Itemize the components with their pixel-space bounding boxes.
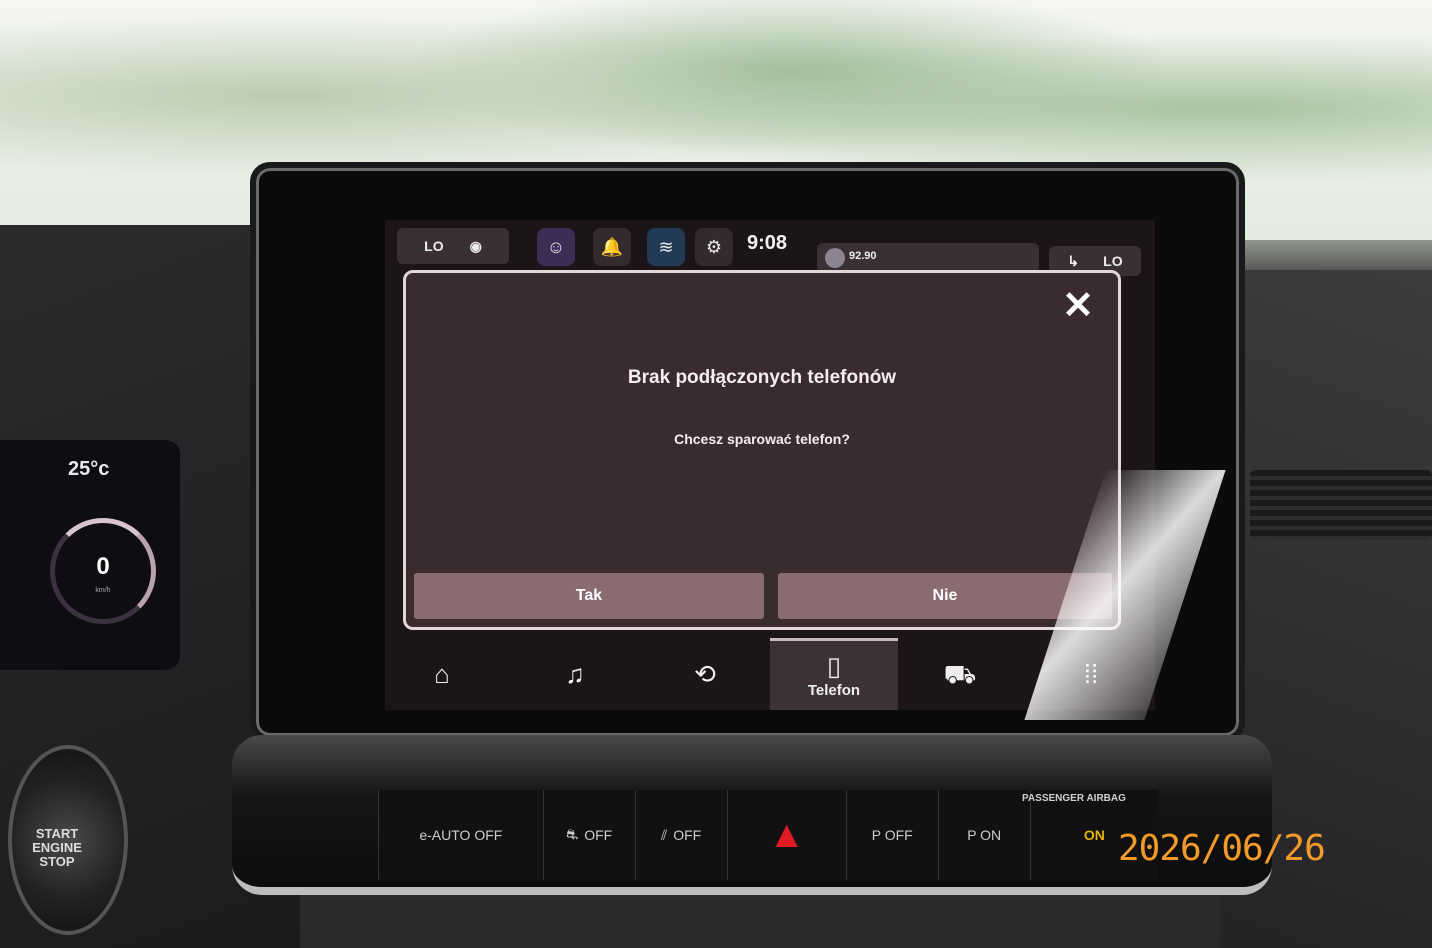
radio-now-playing[interactable]: 92.90 bbox=[817, 243, 1039, 273]
start-stop-button[interactable]: START ENGINE STOP bbox=[8, 745, 128, 935]
photo-timestamp: 2026/06/26 bbox=[1118, 828, 1326, 869]
park-sensor-off-button[interactable]: P OFF bbox=[845, 790, 938, 880]
lane-icon: ⫽ bbox=[660, 826, 668, 843]
wifi-icon[interactable]: ≋ bbox=[647, 228, 685, 266]
clock: 9:08 bbox=[747, 232, 788, 254]
nav-home[interactable]: ⌂ bbox=[407, 638, 477, 710]
nav-phone[interactable]: ▯ Telefon bbox=[770, 638, 898, 710]
lane-off-label: OFF bbox=[673, 827, 702, 843]
radio-frequency: 92.90 bbox=[849, 250, 877, 262]
e-auto-off-button[interactable]: e-AUTO OFF bbox=[378, 790, 543, 880]
phone-icon: ▯ bbox=[826, 651, 842, 681]
outside-temperature: 25°c bbox=[68, 458, 110, 480]
nav-apps[interactable]: ⟲ bbox=[670, 638, 740, 710]
airbag-on-label: ON bbox=[1083, 827, 1105, 843]
nav-vehicle[interactable]: ⛟ bbox=[925, 638, 995, 710]
start-stop-label: START ENGINE STOP bbox=[32, 826, 82, 869]
dialog-title: Brak podłączonych telefonów bbox=[627, 367, 897, 388]
instrument-cluster: 25°c 0 km/h bbox=[0, 440, 180, 670]
seat-icon: ↳ bbox=[1067, 252, 1080, 269]
infotainment-screen: LO ◉ ☺ 🔔 ≋ ⚙ 9:08 92.90 ↳ LO ✕ Brak podł… bbox=[385, 220, 1155, 710]
pairing-dialog: ✕ Brak podłączonych telefonów Chcesz spa… bbox=[403, 270, 1121, 630]
nav-media[interactable]: ♫ bbox=[540, 638, 610, 710]
climate-left-temp: LO bbox=[424, 238, 444, 254]
passenger-airbag-label: PASSENGER AIRBAG bbox=[1022, 793, 1126, 804]
speed-unit: km/h bbox=[95, 587, 111, 594]
park-assist-on-button[interactable]: P ON bbox=[937, 790, 1030, 880]
air-vent bbox=[1250, 470, 1432, 540]
traction-off-button[interactable]: ⛐ OFF bbox=[542, 790, 635, 880]
lane-assist-off-button[interactable]: ⫽ OFF bbox=[634, 790, 727, 880]
connected-services-icon[interactable]: ⚙ bbox=[695, 228, 733, 266]
yes-button[interactable]: Tak bbox=[414, 573, 764, 619]
climate-left-control[interactable]: LO ◉ bbox=[397, 228, 509, 264]
hazard-button[interactable]: ▲ bbox=[726, 790, 846, 880]
close-icon[interactable]: ✕ bbox=[1060, 287, 1096, 325]
nav-phone-label: Telefon bbox=[807, 682, 861, 699]
climate-right-temp: LO bbox=[1103, 253, 1123, 269]
apps-icon: ⟲ bbox=[694, 659, 716, 689]
dialog-subtitle: Chcesz sparować telefon? bbox=[674, 431, 850, 447]
radio-icon bbox=[825, 248, 845, 268]
hazard-icon: ▲ bbox=[767, 813, 806, 856]
profile-icon[interactable]: ☺ bbox=[537, 228, 575, 266]
home-icon: ⌂ bbox=[434, 659, 450, 689]
traction-icon: ⛐ bbox=[566, 825, 579, 842]
car-icon: ⛟ bbox=[943, 659, 977, 689]
speed-gauge: 0 km/h bbox=[50, 518, 156, 624]
music-note-icon: ♫ bbox=[565, 659, 585, 689]
traction-off-label: OFF bbox=[584, 827, 613, 843]
bell-icon[interactable]: 🔔 bbox=[593, 228, 631, 266]
seat-heat-icon: ◉ bbox=[469, 237, 482, 254]
speed-value: 0 bbox=[96, 553, 110, 580]
